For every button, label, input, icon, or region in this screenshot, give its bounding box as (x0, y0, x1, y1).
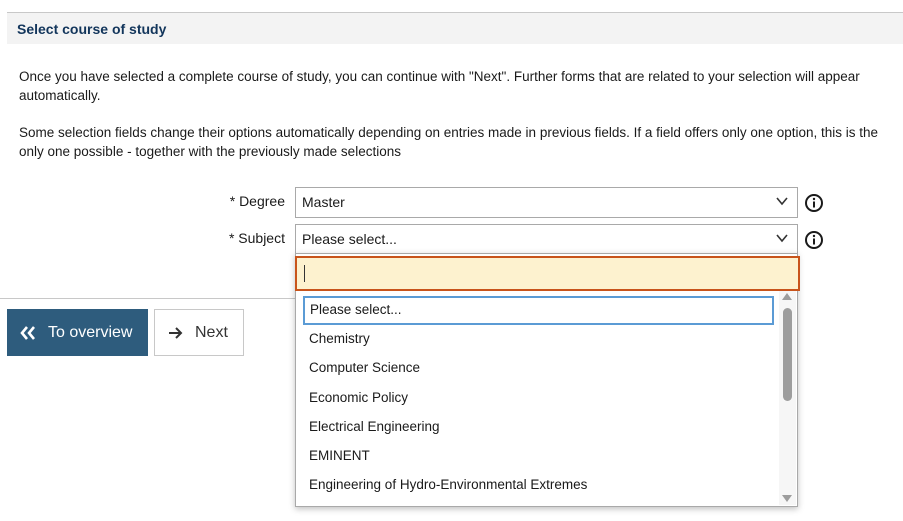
scrollbar-thumb[interactable] (783, 308, 792, 401)
subject-label: * Subject (228, 230, 285, 246)
dropdown-option[interactable]: Chemistry (303, 325, 774, 354)
chevron-down-icon (776, 234, 788, 243)
dropdown-option[interactable]: Electrical Engineering (303, 413, 774, 442)
to-overview-button[interactable]: To overview (7, 309, 148, 356)
double-chevron-left-icon (20, 325, 35, 340)
dropdown-option[interactable]: Engineering of Hydro-Environmental Extre… (303, 471, 774, 500)
arrow-right-icon (169, 326, 183, 339)
intro-paragraph-2: Some selection fields change their optio… (19, 125, 879, 159)
intro-paragraph-1: Once you have selected a complete course… (19, 69, 860, 103)
subject-value: Please select... (302, 231, 397, 247)
to-overview-label: To overview (48, 323, 133, 341)
scroll-down-arrow-icon[interactable] (782, 495, 792, 502)
subject-search-input[interactable] (295, 256, 800, 291)
next-button[interactable]: Next (154, 309, 244, 356)
dropdown-option[interactable]: Economic Policy (303, 384, 774, 413)
subject-select[interactable]: Please select... (295, 224, 798, 253)
dropdown-scrollbar[interactable] (779, 291, 796, 505)
subject-dropdown: Please select... Chemistry Computer Scienc… (295, 253, 800, 507)
degree-label: * Degree (229, 193, 285, 209)
next-label: Next (195, 323, 228, 341)
text-caret (304, 265, 305, 282)
dropdown-option[interactable]: Computer Science (303, 354, 774, 383)
section-title: Select course of study (7, 13, 903, 44)
info-icon[interactable] (804, 193, 824, 213)
degree-select[interactable]: Master (295, 187, 798, 218)
dropdown-option[interactable]: Please select... (303, 296, 774, 325)
dropdown-option[interactable]: EMINENT (303, 442, 774, 471)
chevron-down-icon (776, 197, 788, 206)
degree-value: Master (302, 194, 345, 210)
info-icon[interactable] (804, 230, 824, 250)
scroll-up-arrow-icon[interactable] (782, 293, 792, 300)
section-divider (0, 298, 295, 299)
